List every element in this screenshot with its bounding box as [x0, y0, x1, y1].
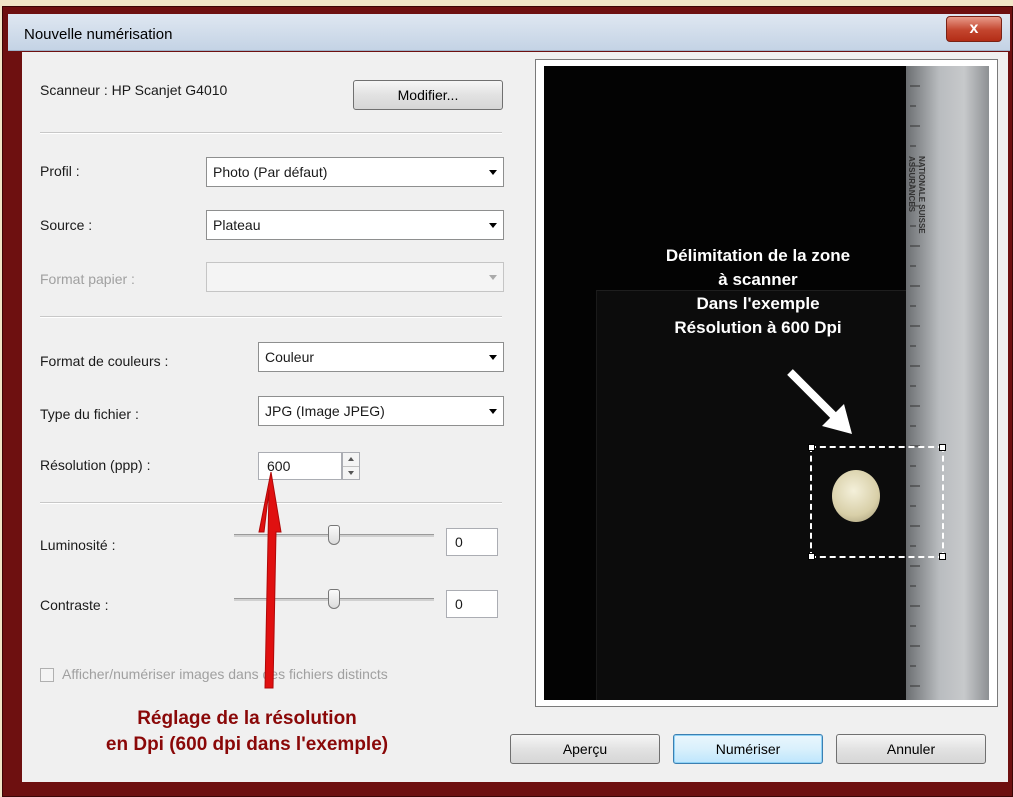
ruler: NATIONALE SUISSE ASSURANCES [906, 66, 989, 700]
chevron-down-icon [489, 409, 497, 414]
source-value: Plateau [213, 217, 261, 233]
separate-files-label: Afficher/numériser images dans des fichi… [62, 666, 388, 682]
scan-button[interactable]: Numériser [673, 734, 823, 764]
paper-format-select[interactable] [206, 262, 504, 292]
profile-value: Photo (Par défaut) [213, 164, 328, 180]
contrast-label: Contraste : [40, 597, 109, 613]
brightness-input[interactable]: 0 [446, 528, 498, 556]
ruler-brand-line: NATIONALE SUISSE [917, 156, 926, 234]
source-select[interactable]: Plateau [206, 210, 504, 240]
brightness-label: Luminosité : [40, 537, 116, 553]
window-title: Nouvelle numérisation [24, 26, 173, 43]
scanned-object [832, 470, 880, 522]
resolution-spinner[interactable] [342, 452, 360, 480]
selection-handle[interactable] [939, 553, 946, 560]
close-button[interactable]: x [946, 16, 1002, 42]
profile-label: Profil : [40, 163, 80, 179]
contrast-value: 0 [455, 596, 463, 612]
modify-button[interactable]: Modifier... [353, 80, 503, 110]
ruler-brand: NATIONALE SUISSE ASSURANCES [906, 156, 926, 306]
scanner-label: Scanneur : HP Scanjet G4010 [40, 82, 228, 98]
preview-annotation-line: à scanner [718, 270, 798, 289]
title-bar: Nouvelle numérisation x [8, 14, 1010, 51]
contrast-slider-thumb[interactable] [328, 589, 340, 609]
paper-format-label: Format papier : [40, 271, 135, 287]
white-arrow-icon [787, 369, 852, 434]
resolution-label: Résolution (ppp) : [40, 457, 151, 473]
scan-selection-box[interactable] [808, 444, 946, 560]
brightness-value: 0 [455, 534, 463, 550]
preview-annotation-line: Dans l'exemple [696, 294, 820, 313]
chevron-down-icon [489, 170, 497, 175]
source-label: Source : [40, 217, 93, 233]
color-format-value: Couleur [265, 349, 315, 365]
scan-preview-image: NATIONALE SUISSE ASSURANCES Délimitation… [544, 66, 989, 700]
chevron-down-icon [489, 275, 497, 280]
preview-annotation: Délimitation de la zone à scanner Dans l… [608, 244, 908, 340]
red-annotation-line: Réglage de la résolution [137, 708, 357, 729]
spin-up-icon[interactable] [343, 453, 359, 467]
preview-annotation-line: Délimitation de la zone [665, 246, 851, 265]
chevron-down-icon [489, 355, 497, 360]
selection-handle[interactable] [808, 444, 815, 451]
file-type-value: JPG (Image JPEG) [265, 403, 385, 419]
dialog-body: Scanneur : HP Scanjet G4010 Modifier... … [22, 52, 1008, 782]
red-annotation-line: en Dpi (600 dpi dans l'exemple) [105, 734, 389, 755]
contrast-input[interactable]: 0 [446, 590, 498, 618]
file-type-label: Type du fichier : [40, 406, 139, 422]
brightness-slider-thumb[interactable] [328, 525, 340, 545]
separate-files-checkbox[interactable] [40, 668, 54, 682]
preview-annotation-line: Résolution à 600 Dpi [674, 318, 842, 337]
selection-handle[interactable] [808, 553, 815, 560]
profile-select[interactable]: Photo (Par défaut) [206, 157, 504, 187]
selection-handle[interactable] [939, 444, 946, 451]
color-format-select[interactable]: Couleur [258, 342, 504, 372]
preview-panel[interactable]: NATIONALE SUISSE ASSURANCES Délimitation… [535, 59, 998, 707]
divider [40, 132, 502, 134]
divider [40, 316, 502, 318]
color-format-label: Format de couleurs : [40, 353, 169, 369]
chevron-down-icon [489, 223, 497, 228]
file-type-select[interactable]: JPG (Image JPEG) [258, 396, 504, 426]
close-icon: x [969, 20, 979, 37]
preview-button[interactable]: Aperçu [510, 734, 660, 764]
cancel-button[interactable]: Annuler [836, 734, 986, 764]
spin-down-icon[interactable] [343, 467, 359, 480]
red-annotation-text: Réglage de la résolution en Dpi (600 dpi… [42, 706, 452, 758]
red-arrow-icon [258, 472, 282, 689]
